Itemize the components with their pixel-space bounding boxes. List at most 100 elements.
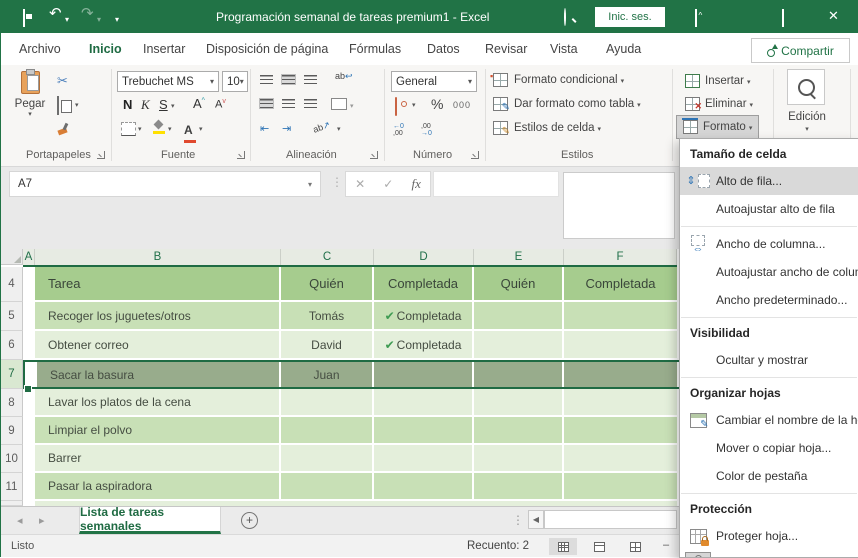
accounting-format-icon[interactable] xyxy=(395,97,397,116)
increase-font-button[interactable]: A^ xyxy=(193,96,205,111)
delete-cells-button[interactable]: ✕ Eliminar xyxy=(679,93,759,115)
hscroll-track[interactable] xyxy=(544,510,677,529)
menu-item-autoajustar-alto[interactable]: Autoajustar alto de fila xyxy=(680,195,858,223)
align-center-icon[interactable] xyxy=(282,99,295,108)
paste-button[interactable]: Pegar ▾ xyxy=(13,69,47,118)
search-icon[interactable] xyxy=(564,8,566,26)
cell-C7[interactable]: Juan xyxy=(281,362,372,387)
decrease-indent-icon[interactable]: ⇤ xyxy=(260,122,269,135)
view-page-break-button[interactable] xyxy=(621,538,649,555)
borders-icon[interactable] xyxy=(121,122,136,136)
menu-item-proteger-hoja[interactable]: Proteger hoja... xyxy=(680,522,858,550)
cell-C10[interactable] xyxy=(281,445,372,471)
cell-C6[interactable]: David xyxy=(281,331,372,358)
qat-customize-icon[interactable]: ▾ xyxy=(115,13,119,27)
borders-dropdown-icon[interactable]: ▾ xyxy=(138,125,142,133)
cell-B7[interactable]: Sacar la basura xyxy=(37,362,279,387)
sheet-nav-prev-icon[interactable]: ◂ xyxy=(17,514,23,527)
cell-C4[interactable]: Quién xyxy=(281,267,372,300)
clipboard-dialog-launcher-icon[interactable] xyxy=(97,151,105,159)
tab-insertar[interactable]: Insertar xyxy=(143,33,185,65)
close-icon[interactable]: ✕ xyxy=(828,9,839,23)
menu-item-ancho-de-columna[interactable]: ⇔ Ancho de columna... xyxy=(680,230,858,258)
cell-D9[interactable] xyxy=(374,417,472,443)
col-header-D[interactable]: D xyxy=(374,249,474,265)
save-icon[interactable] xyxy=(23,9,25,27)
menu-item-mover-copiar[interactable]: Mover o copiar hoja... xyxy=(680,434,858,462)
insert-cells-button[interactable]: Insertar xyxy=(679,70,757,92)
new-sheet-icon[interactable]: + xyxy=(241,512,258,529)
cell-D6[interactable]: ✔ Completada xyxy=(374,331,472,358)
menu-item-ocultar-y-mostrar[interactable]: Ocultar y mostrar xyxy=(680,346,858,374)
number-dialog-launcher-icon[interactable] xyxy=(471,151,479,159)
row-header-8[interactable]: 8 xyxy=(1,389,23,417)
fill-handle[interactable] xyxy=(24,385,32,393)
zoom-out-icon[interactable]: – xyxy=(663,539,669,551)
cell-F11[interactable] xyxy=(564,473,677,499)
cell-E4[interactable]: Quién xyxy=(474,267,562,300)
increase-indent-icon[interactable]: ⇥ xyxy=(282,122,291,135)
italic-button[interactable]: K xyxy=(141,97,150,113)
cell-F5[interactable] xyxy=(564,302,677,329)
cell-C11[interactable] xyxy=(281,473,372,499)
align-top-icon[interactable] xyxy=(260,75,273,84)
number-format-select[interactable]: General ▾ xyxy=(391,71,477,92)
align-middle-icon[interactable] xyxy=(281,74,296,85)
cell-F4[interactable]: Completada xyxy=(564,267,677,300)
cell-F9[interactable] xyxy=(564,417,677,443)
copy-icon[interactable] xyxy=(57,96,59,115)
fill-color-dropdown-icon[interactable]: ▾ xyxy=(168,125,172,133)
alignment-dialog-launcher-icon[interactable] xyxy=(370,151,378,159)
undo-dropdown-icon[interactable]: ▾ xyxy=(65,13,69,27)
ribbon-display-options-icon[interactable] xyxy=(695,9,697,27)
col-header-C[interactable]: C xyxy=(281,249,374,265)
cell-F10[interactable] xyxy=(564,445,677,471)
menu-item-autoajustar-ancho[interactable]: Autoajustar ancho de columna xyxy=(680,258,858,286)
font-size-select[interactable]: 10 ▾ xyxy=(222,71,248,92)
font-color-icon[interactable]: A xyxy=(184,121,196,143)
format-button[interactable]: Formato xyxy=(675,115,760,139)
cell-D4[interactable]: Completada xyxy=(374,267,472,300)
formula-input[interactable] xyxy=(433,171,559,197)
cell-styles-button[interactable]: ✎ Estilos de celda xyxy=(493,121,601,137)
conditional-formatting-button[interactable]: ▪ Formato condicional xyxy=(490,71,624,87)
cell-B4[interactable]: Tarea xyxy=(35,267,279,300)
align-bottom-icon[interactable] xyxy=(304,75,317,84)
cell-E11[interactable] xyxy=(474,473,562,499)
tab-archivo[interactable]: Archivo xyxy=(19,33,61,65)
tab-datos[interactable]: Datos xyxy=(427,33,460,65)
font-color-dropdown-icon[interactable]: ▾ xyxy=(199,125,203,133)
cell-F8[interactable] xyxy=(564,389,677,415)
row-header-10[interactable]: 10 xyxy=(1,445,23,473)
accounting-dropdown-icon[interactable]: ▾ xyxy=(412,101,416,109)
redo-icon[interactable]: ↷ xyxy=(81,6,94,21)
font-name-select[interactable]: Trebuchet MS ▾ xyxy=(117,71,219,92)
cut-icon[interactable]: ✂ xyxy=(57,73,68,89)
undo-icon[interactable]: ↶ xyxy=(49,6,62,21)
tab-inicio[interactable]: Inicio xyxy=(89,33,122,68)
tab-disposicion[interactable]: Disposición de página xyxy=(206,33,328,65)
cell-B6[interactable]: Obtener correo xyxy=(35,331,279,358)
col-header-E[interactable]: E xyxy=(474,249,564,265)
row-header-9[interactable]: 9 xyxy=(1,417,23,445)
cell-C8[interactable] xyxy=(281,389,372,415)
tab-ayuda[interactable]: Ayuda xyxy=(606,33,641,65)
sheet-tab-active[interactable]: Lista de tareas semanales xyxy=(79,505,221,534)
cell-E6[interactable] xyxy=(474,331,562,358)
orientation-dropdown-icon[interactable]: ▾ xyxy=(337,125,341,133)
view-normal-button[interactable] xyxy=(549,538,577,555)
row-header-5[interactable]: 5 xyxy=(1,302,23,331)
underline-button[interactable]: S xyxy=(159,97,168,112)
confirm-entry-icon[interactable]: ✓ xyxy=(383,177,393,191)
bold-button[interactable]: N xyxy=(123,97,132,112)
row-header-6[interactable]: 6 xyxy=(1,331,23,360)
cell-B5[interactable]: Recoger los juguetes/otros xyxy=(35,302,279,329)
increase-decimal-icon[interactable]: ←0,00 xyxy=(393,123,404,137)
format-as-table-button[interactable]: ✎ Dar formato como tabla xyxy=(493,97,641,113)
maximize-icon[interactable] xyxy=(782,9,784,27)
hscroll-left-icon[interactable]: ◀ xyxy=(528,510,544,529)
view-page-layout-button[interactable] xyxy=(585,538,613,555)
merge-dropdown-icon[interactable]: ▾ xyxy=(350,102,354,110)
wrap-text-icon[interactable]: ab↩ xyxy=(335,71,353,82)
cell-D11[interactable] xyxy=(374,473,472,499)
